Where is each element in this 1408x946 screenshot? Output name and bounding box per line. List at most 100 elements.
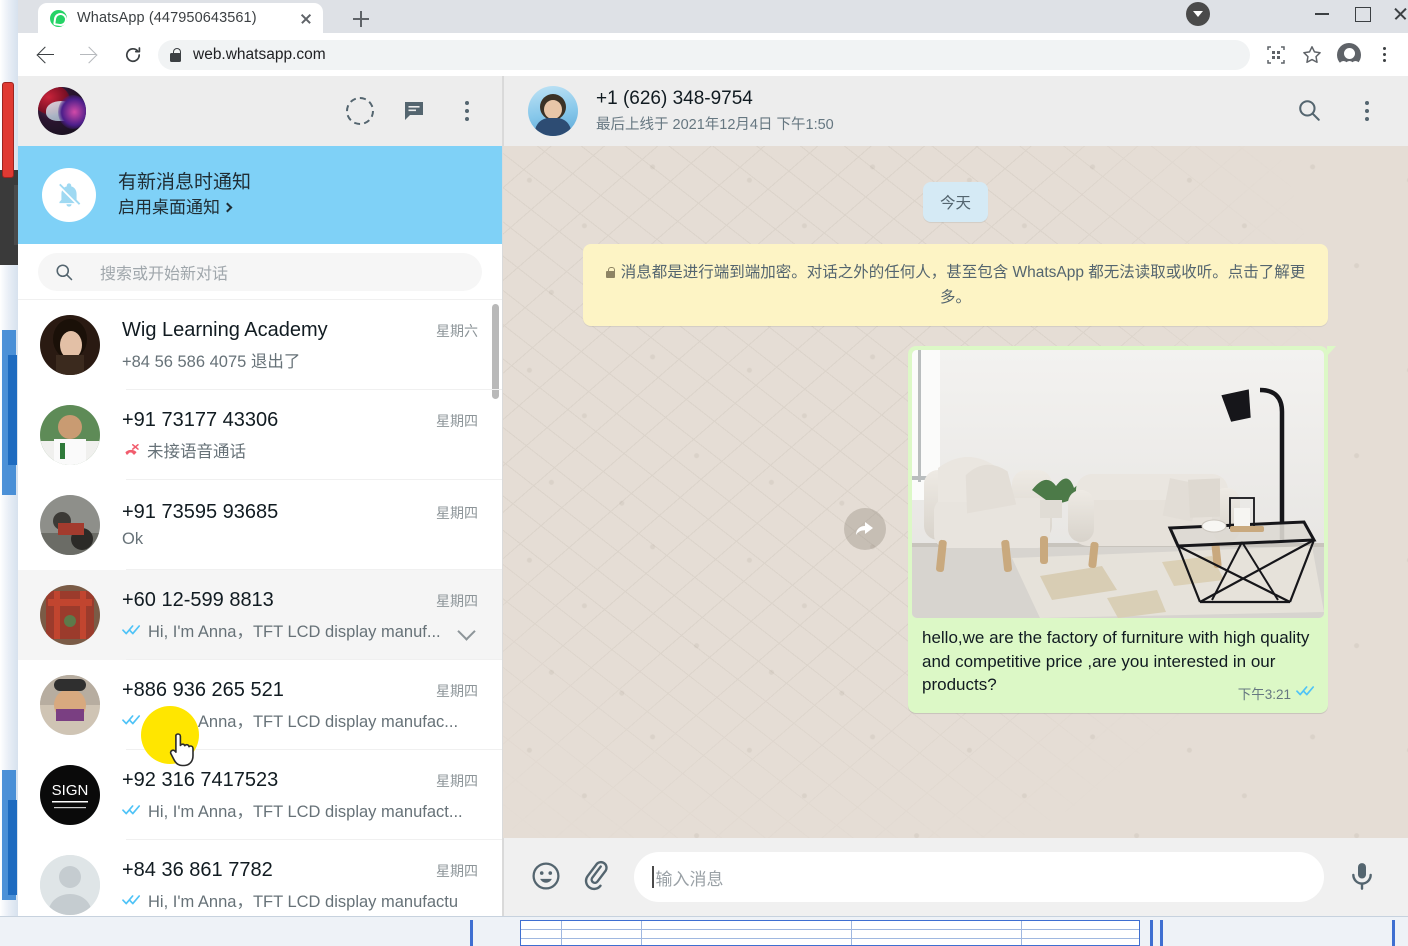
chat-header-actions [1296, 97, 1380, 125]
background-tick [1150, 920, 1153, 946]
address-bar[interactable]: web.whatsapp.com [158, 39, 1250, 70]
forward-message-icon[interactable] [844, 508, 886, 551]
my-profile-avatar[interactable] [38, 87, 86, 135]
background-tick [1160, 920, 1163, 946]
message-list: 今天 消息都是进行端到端加密。对话之外的任何人，甚至包含 WhatsApp 都无… [583, 146, 1336, 838]
notification-banner-title: 有新消息时通知 [118, 172, 252, 194]
chat-list-item[interactable]: SIGN +92 316 7417523 星期四 Hi, I'm Anna，TFT L… [18, 750, 502, 840]
reload-icon[interactable] [116, 38, 150, 72]
browser-tab-strip: WhatsApp (447950643561) [18, 0, 1408, 33]
lock-icon [170, 48, 181, 62]
forward-arrow-icon[interactable] [72, 38, 106, 72]
chat-item-body: +92 316 7417523 星期四 Hi, I'm Anna，TFT LCD d… [122, 769, 482, 822]
chat-item-preview: 未接语音通话 [147, 442, 246, 461]
chat-item-name: +886 936 265 521 [122, 678, 284, 701]
background-red-marker [2, 82, 14, 178]
lock-icon [605, 267, 615, 278]
chat-item-body: +84 36 861 7782 星期四 Hi, I'm Anna，TFT LCD d… [122, 859, 482, 912]
chat-sidebar: 有新消息时通知 启用桌面通知 搜索或开始新对话 Wig Learning Aca… [18, 76, 503, 916]
encryption-notice[interactable]: 消息都是进行端到端加密。对话之外的任何人，甚至包含 WhatsApp 都无法读取… [583, 244, 1328, 327]
message-area[interactable]: 今天 消息都是进行端到端加密。对话之外的任何人，甚至包含 WhatsApp 都无… [503, 146, 1408, 838]
sidebar-header-actions [346, 97, 480, 125]
emoji-smiley-icon[interactable] [530, 860, 564, 894]
chat-item-time: 星期四 [436, 772, 478, 789]
new-tab-button[interactable] [348, 6, 374, 32]
whatsapp-favicon-icon [50, 9, 67, 27]
read-receipt-ticks-icon [1296, 684, 1316, 702]
chat-list-item[interactable]: +91 73177 43306 星期四未接语音通话 [18, 390, 502, 480]
chat-avatar [40, 855, 100, 915]
message-image-attachment[interactable] [912, 350, 1324, 619]
chat-item-name: +92 316 7417523 [122, 768, 279, 791]
chat-contact-name: +1 (626) 348-9754 [596, 88, 753, 109]
chrome-menu-icon[interactable] [1368, 38, 1400, 72]
chevron-down-icon[interactable] [456, 619, 478, 641]
message-bubble-outgoing[interactable]: hello,we are the factory of furniture wi… [908, 346, 1336, 713]
browser-tab-title: WhatsApp (447950643561) [77, 10, 257, 26]
tab-close-icon[interactable] [297, 9, 315, 27]
chat-item-name: +91 73595 93685 [122, 501, 279, 523]
window-maximize-button[interactable] [1348, 2, 1378, 26]
search-placeholder: 搜索或开始新对话 [100, 265, 229, 283]
paperclip-icon[interactable] [580, 860, 614, 894]
chat-avatar [40, 675, 100, 735]
chat-item-body: +91 73177 43306 星期四未接语音通话 [122, 409, 482, 462]
chat-menu-icon[interactable] [1354, 97, 1380, 125]
window-close-button[interactable] [1386, 2, 1408, 26]
chat-list-item[interactable]: +91 73595 93685 星期四 Ok [18, 480, 502, 570]
chat-list-item[interactable]: +60 12-599 8813 星期四 Hi, I'm Anna，TFT LCD d… [18, 570, 502, 660]
chat-item-preview: Hi, I'm Anna，TFT LCD display manufac... [148, 712, 459, 731]
profile-avatar-icon[interactable] [1332, 38, 1366, 72]
background-left-blue-block [8, 800, 17, 895]
bookmark-star-icon[interactable] [1296, 39, 1328, 71]
encryption-notice-text: 消息都是进行端到端加密。对话之外的任何人，甚至包含 WhatsApp 都无法读取… [620, 264, 1306, 307]
chat-item-preview: Hi, I'm Anna，TFT LCD display manufactu [148, 892, 459, 911]
chat-item-preview: Hi, I'm Anna，TFT LCD display manufact... [148, 802, 463, 821]
chat-item-name: +91 73177 43306 [122, 408, 279, 431]
chat-item-body: +60 12-599 8813 星期四 Hi, I'm Anna，TFT LCD d… [122, 589, 482, 642]
search-bar-container: 搜索或开始新对话 [18, 244, 502, 300]
chat-header: +1 (626) 348-9754 最后上线于 2021年12月4日 下午1:5… [503, 76, 1408, 146]
chat-list[interactable]: Wig Learning Academy 星期六 +84 56 586 4075 退… [18, 300, 502, 916]
microphone-icon[interactable] [1346, 860, 1380, 894]
message-row-outgoing: hello,we are the factory of furniture wi… [583, 346, 1336, 713]
sidebar-menu-icon[interactable] [454, 97, 480, 125]
background-tick [470, 920, 473, 946]
qr-code-icon[interactable] [1260, 39, 1292, 71]
chevron-right-icon [222, 202, 233, 213]
back-arrow-icon[interactable] [28, 38, 62, 72]
notification-banner-text: 有新消息时通知 启用桌面通知 [118, 170, 251, 219]
chat-item-preview: +84 56 586 4075 退出了 [122, 352, 301, 371]
sidebar-header [18, 76, 502, 146]
chat-list-item[interactable]: +886 936 265 521 星期四 Hi, I'm Anna，TFT LCD … [18, 660, 502, 750]
search-icon[interactable] [1296, 97, 1324, 125]
chat-item-time: 星期四 [436, 592, 478, 609]
chat-list-item[interactable]: +84 36 861 7782 星期四 Hi, I'm Anna，TFT LCD d… [18, 840, 502, 916]
search-icon [56, 263, 73, 280]
status-ring-icon[interactable] [346, 97, 374, 125]
background-left-blue-block [8, 355, 17, 465]
chat-item-time: 星期四 [436, 412, 478, 429]
svg-text:SIGN: SIGN [52, 782, 89, 799]
message-input[interactable]: 输入消息 [634, 852, 1324, 902]
window-minimize-button[interactable] [1308, 2, 1338, 26]
chat-avatar [40, 585, 100, 645]
bell-off-icon [42, 168, 96, 222]
chat-avatar [40, 405, 100, 465]
new-chat-icon[interactable] [400, 97, 428, 125]
browser-tab-whatsapp[interactable]: WhatsApp (447950643561) [38, 3, 323, 33]
message-composer: 输入消息 [503, 838, 1408, 916]
chat-item-preview: Ok [122, 530, 144, 548]
chat-list-item[interactable]: Wig Learning Academy 星期六 +84 56 586 4075 退… [18, 300, 502, 390]
chat-panel: +1 (626) 348-9754 最后上线于 2021年12月4日 下午1:5… [503, 76, 1408, 916]
chat-item-preview: Hi, I'm Anna，TFT LCD display manuf... [148, 622, 441, 641]
search-input[interactable]: 搜索或开始新对话 [38, 252, 482, 291]
chat-avatar: SIGN [40, 765, 100, 825]
chat-header-info[interactable]: +1 (626) 348-9754 最后上线于 2021年12月4日 下午1:5… [596, 87, 834, 135]
chat-item-time: 星期四 [436, 682, 478, 699]
desktop-notification-banner[interactable]: 有新消息时通知 启用桌面通知 [18, 146, 502, 244]
chat-item-name: +60 12-599 8813 [122, 588, 274, 611]
missed-call-icon [122, 443, 140, 457]
read-receipt-ticks-icon [122, 623, 142, 636]
contact-avatar[interactable] [528, 86, 578, 136]
